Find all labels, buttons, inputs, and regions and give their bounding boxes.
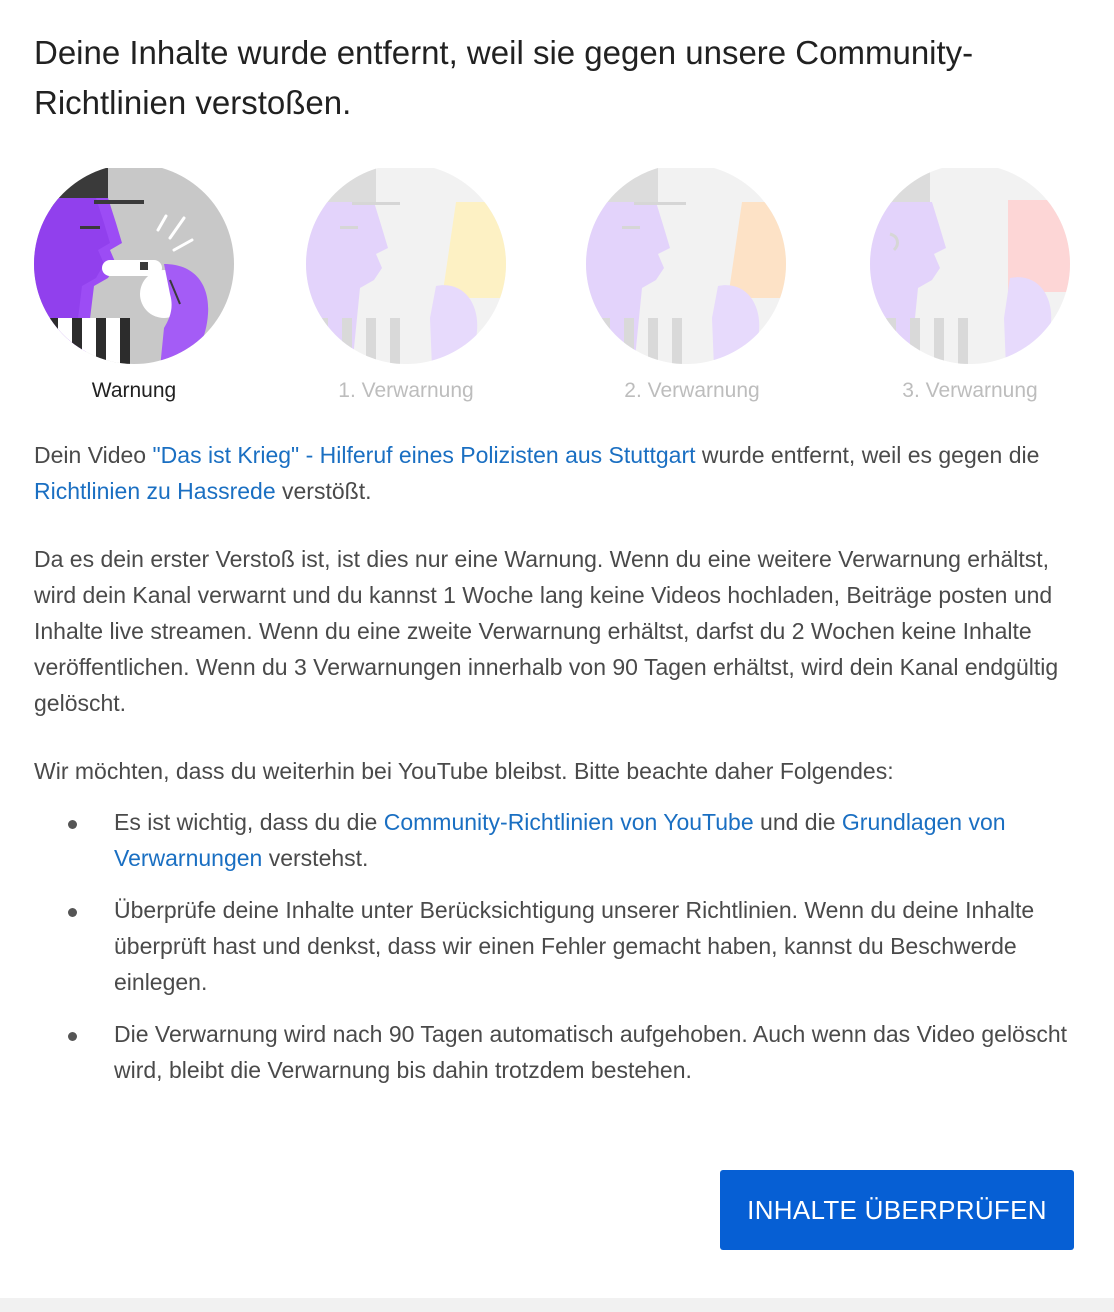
stage-label: 2. Verwarnung bbox=[624, 379, 760, 402]
bullet-text: Die Verwarnung wird nach 90 Tagen automa… bbox=[114, 1021, 1068, 1083]
guidance-list: Es ist wichtig, dass du die Community-Ri… bbox=[34, 804, 1080, 1104]
hate-speech-policy-link[interactable]: Richtlinien zu Hassrede bbox=[34, 478, 276, 504]
intro-text: Wir möchten, dass du weiterhin bei YouTu… bbox=[34, 758, 894, 784]
list-item: Es ist wichtig, dass du die Community-Ri… bbox=[34, 804, 1080, 876]
removal-notice: Dein Video "Das ist Krieg" - Hilferuf ei… bbox=[34, 437, 1080, 509]
referee-yellow-card-illustration bbox=[306, 168, 506, 364]
stage-label: 3. Verwarnung bbox=[902, 379, 1038, 402]
bullet-suffix: verstehst. bbox=[262, 845, 369, 871]
community-guidelines-link[interactable]: Community-Richtlinien von YouTube bbox=[384, 809, 754, 835]
removal-suffix: verstößt. bbox=[275, 478, 372, 504]
stage-strike-3: 3. Verwarnung bbox=[860, 168, 1080, 408]
referee-red-card-illustration bbox=[870, 168, 1070, 364]
removal-middle: wurde entfernt, weil es gegen die bbox=[695, 442, 1040, 468]
review-content-button[interactable]: INHALTE ÜBERPRÜFEN bbox=[720, 1170, 1074, 1250]
dialog-footer-divider bbox=[0, 1298, 1114, 1312]
dialog-title: Deine Inhalte wurde entfernt, weil sie g… bbox=[34, 34, 974, 121]
video-link[interactable]: "Das ist Krieg" - Hilferuf eines Polizis… bbox=[153, 442, 696, 468]
strike-dialog: Deine Inhalte wurde entfernt, weil sie g… bbox=[0, 0, 1114, 1312]
list-item: Die Verwarnung wird nach 90 Tagen automa… bbox=[34, 1016, 1080, 1088]
stage-strike-2: 2. Verwarnung bbox=[582, 168, 802, 408]
bullet-icon bbox=[68, 820, 77, 829]
referee-orange-card-illustration bbox=[586, 168, 786, 364]
bullet-icon bbox=[68, 908, 77, 917]
bullet-prefix: Es ist wichtig, dass du die bbox=[114, 809, 384, 835]
strike-stages: Warnung 1. Verwarnung 2. Verwarnung 3. V… bbox=[0, 168, 1114, 408]
list-item: Überprüfe deine Inhalte unter Berücksich… bbox=[34, 892, 1080, 1000]
removal-prefix: Dein Video bbox=[34, 442, 153, 468]
bullet-icon bbox=[68, 1032, 77, 1041]
stage-warning: Warnung bbox=[24, 168, 244, 408]
stage-label: 1. Verwarnung bbox=[338, 379, 474, 402]
stage-label: Warnung bbox=[91, 379, 177, 402]
bullet-text: Überprüfe deine Inhalte unter Berücksich… bbox=[114, 897, 1035, 995]
warning-explanation: Da es dein erster Verstoß ist, ist dies … bbox=[34, 546, 1059, 716]
bullet-middle: und die bbox=[753, 809, 842, 835]
stage-strike-1: 1. Verwarnung bbox=[296, 168, 516, 408]
referee-whistle-illustration bbox=[34, 168, 234, 364]
